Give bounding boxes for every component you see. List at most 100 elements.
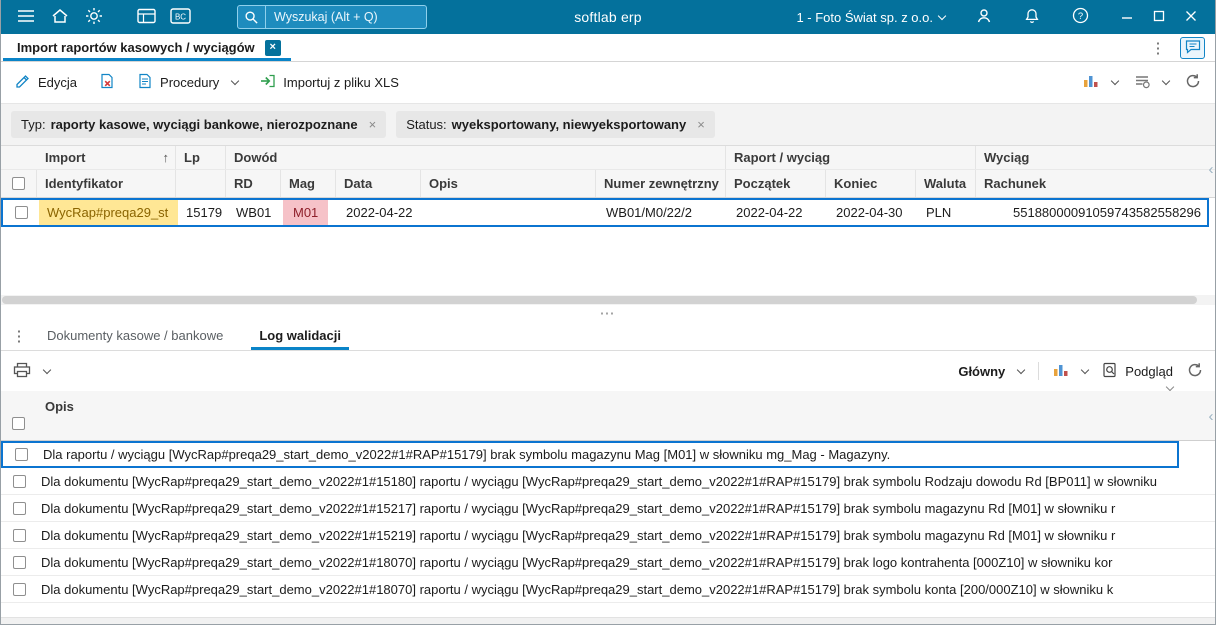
home-button[interactable]: [43, 0, 77, 34]
filter-remove-button[interactable]: ×: [369, 117, 377, 132]
splitter-handle[interactable]: ⋯: [1, 305, 1215, 322]
chart-view-button[interactable]: [1083, 74, 1120, 91]
bc-button[interactable]: BC: [163, 0, 197, 34]
table-row[interactable]: WycRap#preqa29_st 15179 WB01 M01 2022-04…: [1, 198, 1209, 227]
grid-group-header: Import ↑ Lp Dowód Raport / wyciąg Wyciąg: [1, 146, 1215, 170]
close-button[interactable]: [1175, 0, 1207, 34]
company-selector[interactable]: 1 - Foto Świat sp. z o.o.: [796, 10, 947, 25]
col-opis[interactable]: Opis: [421, 170, 596, 197]
pencil-icon: [15, 73, 31, 92]
col-group-raport[interactable]: Raport / wyciąg: [726, 146, 976, 169]
log-row[interactable]: Dla dokumentu [WycRap#preqa29_start_demo…: [1, 522, 1215, 550]
col-poczatek[interactable]: Początek: [726, 170, 826, 197]
log-message: Dla raportu / wyciągu [WycRap#preqa29_st…: [43, 447, 891, 463]
tab-log-walidacji[interactable]: Log walidacji: [241, 321, 359, 351]
row-checkbox[interactable]: [12, 555, 26, 569]
col-koniec[interactable]: Koniec: [826, 170, 916, 197]
log-message: Dla dokumentu [WycRap#preqa29_start_demo…: [41, 473, 1158, 489]
col-opis-bottom[interactable]: Opis: [45, 399, 74, 414]
row-checkbox[interactable]: [14, 206, 28, 219]
chevron-down-icon: [231, 76, 240, 86]
gear-icon: [85, 7, 103, 28]
scroll-left-indicator-bottom[interactable]: ‹: [1207, 409, 1215, 425]
printer-icon: [13, 362, 31, 381]
procedures-icon: [137, 73, 153, 92]
row-checkbox[interactable]: [14, 448, 28, 462]
col-rd[interactable]: RD: [226, 170, 281, 197]
print-button[interactable]: [13, 362, 52, 381]
filter-remove-button[interactable]: ×: [697, 117, 705, 132]
select-all-checkbox[interactable]: [12, 177, 25, 190]
log-row[interactable]: Dla dokumentu [WycRap#preqa29_start_demo…: [1, 549, 1215, 577]
import-grid: Import ↑ Lp Dowód Raport / wyciąg Wyciąg…: [1, 146, 1215, 227]
tab-import-raportow[interactable]: Import raportów kasowych / wyciągów ×: [1, 34, 293, 61]
col-group-dowod[interactable]: Dowód: [226, 146, 726, 169]
tab-menu-button[interactable]: ⋮: [1148, 39, 1168, 57]
log-row[interactable]: Dla dokumentu [WycRap#preqa29_start_demo…: [1, 576, 1215, 604]
col-identyfikator[interactable]: Identyfikator: [37, 170, 176, 197]
tab-close-button[interactable]: ×: [264, 39, 281, 56]
log-message: Dla dokumentu [WycRap#preqa29_start_demo…: [41, 554, 1113, 570]
horizontal-scrollbar[interactable]: [1, 295, 1215, 306]
col-mag[interactable]: Mag: [281, 170, 336, 197]
cell-data: 2022-04-22: [346, 205, 413, 220]
filter-label: Status:: [406, 117, 447, 132]
notifications-button[interactable]: [1015, 0, 1049, 34]
settings-button[interactable]: [77, 0, 111, 34]
import-arrow-icon: [260, 73, 276, 92]
toolbar: Edycja Procedury Importuj z pliku XLS: [1, 62, 1215, 103]
workspaces-button[interactable]: [129, 0, 163, 34]
refresh-button[interactable]: [1185, 73, 1201, 92]
chart-view-button-bottom[interactable]: [1053, 363, 1090, 380]
col-waluta[interactable]: Waluta: [916, 170, 976, 197]
col-group-wyciag[interactable]: Wyciąg: [976, 146, 1209, 169]
chat-button[interactable]: [1180, 36, 1205, 59]
search-box[interactable]: [237, 5, 427, 29]
delete-button[interactable]: [99, 73, 115, 92]
refresh-button-bottom[interactable]: [1187, 362, 1203, 381]
scroll-left-indicator[interactable]: ‹: [1207, 162, 1215, 178]
panel-menu-button[interactable]: ⋮: [9, 327, 29, 345]
col-data[interactable]: Data: [336, 170, 421, 197]
view-settings-button[interactable]: [1134, 73, 1171, 92]
row-checkbox[interactable]: [12, 528, 26, 542]
filter-value: wyeksportowany, niewyeksportowany: [451, 117, 687, 132]
maximize-button[interactable]: [1143, 0, 1175, 34]
filter-label: Typ:: [21, 117, 46, 132]
log-row[interactable]: Dla raportu / wyciągu [WycRap#preqa29_st…: [1, 441, 1179, 469]
chevron-down-icon: [1017, 365, 1026, 375]
bell-icon: [1024, 8, 1040, 27]
col-group-lp[interactable]: Lp: [176, 146, 226, 169]
col-rachunek[interactable]: Rachunek: [976, 170, 1209, 197]
procedures-button[interactable]: Procedury: [137, 73, 240, 92]
minimize-button[interactable]: [1111, 0, 1143, 34]
search-input[interactable]: [266, 10, 426, 24]
bar-chart-icon: [1053, 363, 1069, 380]
filter-chip-status[interactable]: Status: wyeksportowany, niewyeksportowan…: [396, 111, 715, 138]
col-group-import[interactable]: Import ↑: [37, 146, 176, 169]
row-checkbox[interactable]: [12, 582, 26, 596]
log-row[interactable]: Dla dokumentu [WycRap#preqa29_start_demo…: [1, 495, 1215, 523]
import-xls-button[interactable]: Importuj z pliku XLS: [260, 73, 399, 92]
select-all-checkbox-bottom[interactable]: [12, 417, 25, 431]
chevron-down-icon: [937, 11, 947, 20]
user-button[interactable]: [967, 0, 1001, 34]
row-checkbox[interactable]: [12, 474, 26, 488]
log-grid-header: Opis ‹: [1, 391, 1215, 442]
cell-mag: M01: [283, 200, 338, 225]
chevron-down-icon: [42, 365, 52, 375]
menu-button[interactable]: [9, 0, 43, 34]
col-numer-zewnetrzny[interactable]: Numer zewnętrzny: [596, 170, 726, 197]
scrollbar-thumb[interactable]: [2, 296, 1197, 305]
row-checkbox[interactable]: [12, 501, 26, 515]
horizontal-scrollbar-bottom[interactable]: [1, 617, 1215, 624]
view-selector[interactable]: Główny: [958, 364, 1026, 379]
grid-column-header: Identyfikator RD Mag Data Opis Numer zew…: [1, 170, 1215, 198]
help-button[interactable]: ?: [1063, 0, 1097, 34]
close-icon: [1185, 10, 1197, 25]
tab-dokumenty-kasowe[interactable]: Dokumenty kasowe / bankowe: [29, 321, 241, 350]
log-row[interactable]: Dla dokumentu [WycRap#preqa29_start_demo…: [1, 468, 1215, 496]
edit-button[interactable]: Edycja: [15, 73, 77, 92]
filter-chip-typ[interactable]: Typ: raporty kasowe, wyciągi bankowe, ni…: [11, 111, 387, 138]
preview-button[interactable]: Podgląd: [1102, 362, 1173, 381]
